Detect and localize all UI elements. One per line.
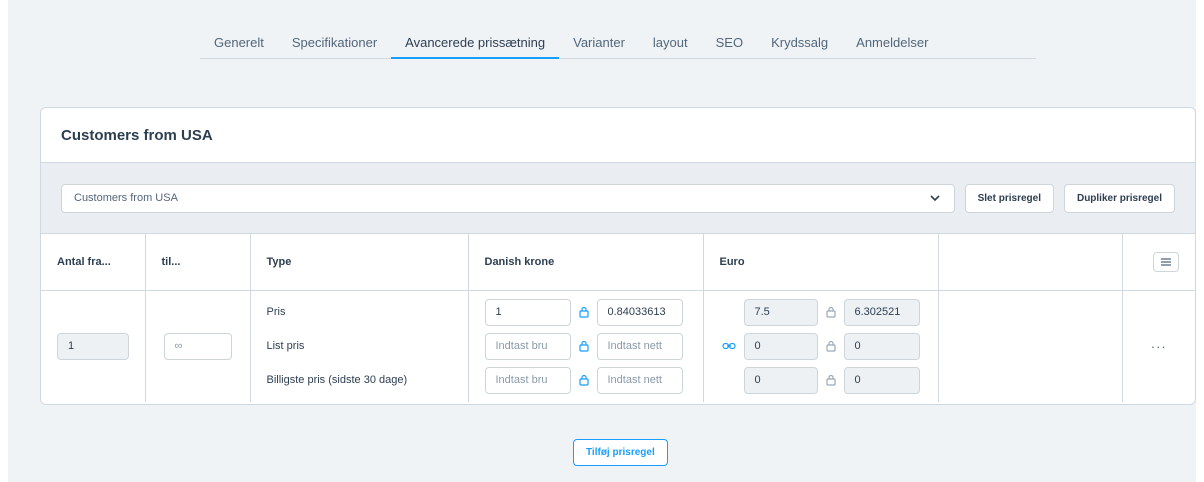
header-type: Type (250, 234, 469, 291)
tab-layout[interactable]: layout (639, 34, 702, 59)
header-quantity-to: til... (145, 234, 251, 291)
tab-anmeldelser[interactable]: Anmeldelser (842, 34, 942, 59)
page-background: Generelt Specifikationer Avancerede pris… (8, 0, 1196, 482)
eur-lowest-price-gross-input[interactable]: 0 (743, 366, 818, 394)
actions-cell: ··· (1122, 290, 1195, 402)
lock-icon[interactable] (577, 373, 591, 387)
tab-varianter[interactable]: Varianter (559, 34, 639, 59)
add-price-rule-button[interactable]: Tilføj prisregel (573, 439, 668, 466)
tab-bar: Generelt Specifikationer Avancerede pris… (200, 34, 1036, 59)
header-quantity-from: Antal fra... (41, 234, 146, 291)
quantity-from-cell: 1 (41, 290, 146, 402)
tab-specifikationer[interactable]: Specifikationer (278, 34, 391, 59)
type-label-price: Pris (266, 305, 286, 318)
dkk-lowest-price-gross-input[interactable]: Indtast bru (484, 366, 571, 394)
header-euro: Euro (703, 234, 939, 291)
lock-icon (824, 373, 838, 387)
tab-generelt[interactable]: Generelt (200, 34, 278, 59)
row-actions-button[interactable]: ··· (1139, 339, 1180, 354)
column-settings-button[interactable] (1153, 251, 1179, 272)
eur-lowest-price-net-input[interactable]: 0 (843, 366, 920, 394)
header-danish-krone: Danish krone (468, 234, 704, 291)
link-icon[interactable] (720, 342, 738, 350)
dkk-cell: 1 0.84033613 Indtast bru Indtast nett In… (468, 290, 704, 402)
tab-seo[interactable]: SEO (702, 34, 757, 59)
card-title: Customers from USA (41, 108, 1195, 163)
type-label-list-price: List pris (266, 339, 305, 352)
menu-icon (1161, 258, 1171, 266)
quantity-to-field[interactable]: ∞ (163, 332, 232, 360)
header-actions (1122, 234, 1195, 291)
rule-select-value: Customers from USA (74, 192, 178, 204)
dkk-list-price-net-input[interactable]: Indtast nett (596, 332, 683, 360)
type-label-lowest-price: Billigste pris (sidste 30 dage) (266, 373, 408, 386)
chevron-down-icon (930, 195, 940, 202)
lock-icon (824, 339, 838, 353)
header-empty (938, 234, 1123, 291)
rule-select[interactable]: Customers from USA (61, 183, 955, 213)
duplicate-rule-button[interactable]: Dupliker prisregel (1063, 183, 1175, 213)
price-rule-card: Customers from USA Customers from USA Sl… (40, 107, 1196, 405)
lock-icon[interactable] (577, 339, 591, 353)
delete-rule-button[interactable]: Slet prisregel (964, 183, 1054, 213)
lock-icon[interactable] (577, 305, 591, 319)
tab-krydssalg[interactable]: Krydssalg (757, 34, 842, 59)
empty-cell (938, 290, 1123, 402)
quantity-to-cell: ∞ (145, 290, 251, 402)
dkk-price-net-input[interactable]: 0.84033613 (596, 298, 683, 326)
price-table: Antal fra... til... Type Danish krone Eu… (41, 234, 1195, 402)
dkk-list-price-gross-input[interactable]: Indtast bru (484, 332, 571, 360)
dkk-price-gross-input[interactable]: 1 (484, 298, 571, 326)
eur-cell: 7.5 6.302521 0 0 0 0 (703, 290, 939, 402)
quantity-from-field[interactable]: 1 (57, 332, 129, 360)
lock-icon (824, 305, 838, 319)
eur-list-price-net-input[interactable]: 0 (843, 332, 920, 360)
tab-advanced-pricing[interactable]: Avancerede prissætning (391, 34, 560, 59)
rule-toolbar: Customers from USA Slet prisregel Duplik… (41, 163, 1195, 234)
eur-price-gross-input[interactable]: 7.5 (743, 298, 818, 326)
type-cell: Pris List pris Billigste pris (sidste 30… (250, 290, 469, 402)
eur-list-price-gross-input[interactable]: 0 (743, 332, 818, 360)
eur-price-net-input[interactable]: 6.302521 (843, 298, 920, 326)
table-header-row: Antal fra... til... Type Danish krone Eu… (41, 234, 1195, 291)
table-row: 1 ∞ Pris List pris Billigste pris (sidst… (41, 290, 1195, 402)
dkk-lowest-price-net-input[interactable]: Indtast nett (596, 366, 683, 394)
